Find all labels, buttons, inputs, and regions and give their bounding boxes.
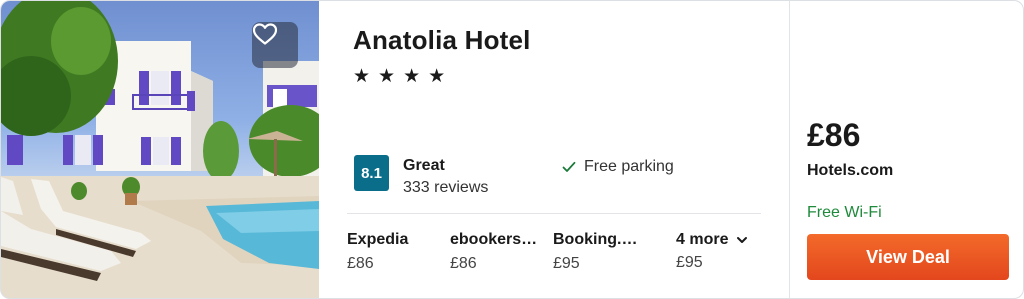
more-offers-price: £95: [676, 254, 703, 271]
hotel-photo[interactable]: [1, 1, 319, 298]
deal-perk: Free Wi-Fi: [807, 204, 882, 221]
divider: [347, 213, 761, 214]
deal-price: £86: [807, 117, 861, 153]
provider-price: £95: [553, 255, 580, 272]
star-icon: ★: [403, 66, 421, 87]
check-icon: [562, 161, 576, 172]
amenity-item: Free parking: [562, 158, 674, 176]
heart-icon: [252, 23, 278, 45]
provider-offer-ebookers[interactable]: ebookers… £86: [450, 231, 550, 273]
review-count[interactable]: 333 reviews: [403, 179, 488, 197]
chevron-down-icon: [737, 237, 748, 243]
provider-price: £86: [450, 255, 477, 272]
save-to-favorites-button[interactable]: [252, 22, 298, 68]
hotel-info: Anatolia Hotel ★ ★ ★ ★ 8.1 Great 333 rev…: [319, 1, 789, 298]
provider-name: ebookers…: [450, 231, 538, 248]
more-offers-label: 4 more: [676, 231, 729, 248]
deal-provider: Hotels.com: [807, 162, 894, 179]
star-icon: ★: [378, 66, 396, 87]
star-icon: ★: [353, 66, 371, 87]
rating-score-badge[interactable]: 8.1: [354, 155, 389, 191]
provider-price: £86: [347, 255, 374, 272]
star-rating: ★ ★ ★ ★: [353, 67, 445, 87]
amenity-label: Free parking: [584, 158, 674, 175]
hotel-name[interactable]: Anatolia Hotel: [353, 25, 531, 56]
provider-name: Booking.…: [553, 231, 638, 248]
provider-offer-booking[interactable]: Booking.… £95: [553, 231, 653, 273]
provider-offer-expedia[interactable]: Expedia £86: [347, 231, 447, 273]
provider-name: Expedia: [347, 231, 409, 248]
rating-label: Great: [403, 157, 445, 174]
view-deal-button[interactable]: View Deal: [807, 234, 1009, 280]
hotel-result-card[interactable]: Anatolia Hotel ★ ★ ★ ★ 8.1 Great 333 rev…: [0, 0, 1024, 299]
star-icon: ★: [428, 66, 446, 87]
best-deal-panel: £86 Hotels.com Free Wi-Fi View Deal: [790, 1, 1023, 298]
more-offers-button[interactable]: 4 more: [676, 231, 748, 249]
